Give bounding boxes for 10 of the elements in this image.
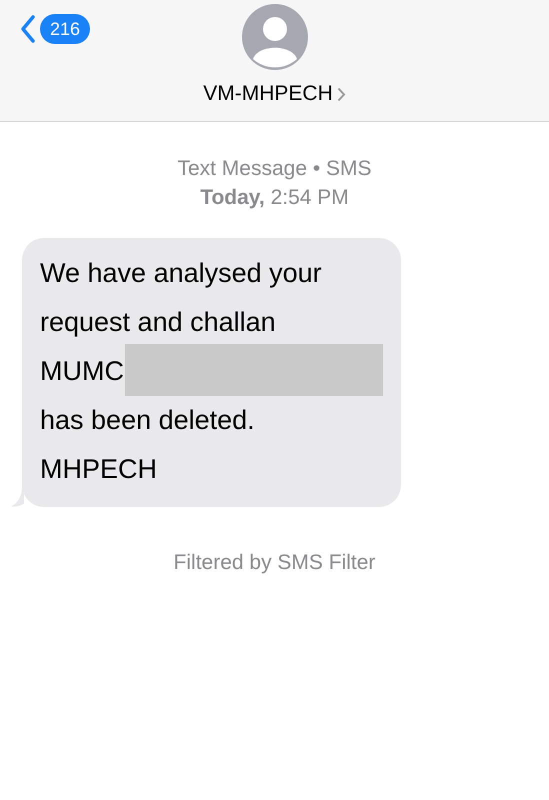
filter-note: Filtered by SMS Filter bbox=[172, 551, 376, 575]
avatar-icon bbox=[242, 4, 308, 70]
chevron-right-icon bbox=[336, 86, 346, 102]
unread-count-badge: 216 bbox=[40, 14, 90, 44]
back-chevron-icon bbox=[20, 14, 36, 44]
service-label: Text Message • SMS bbox=[176, 156, 373, 182]
contact-name-button[interactable]: VM-MHPECH bbox=[203, 82, 346, 106]
back-button[interactable]: 216 bbox=[20, 14, 90, 44]
message-text: has been deleted. MHPECH bbox=[40, 405, 255, 484]
timestamp: Today, 2:54 PM bbox=[199, 185, 350, 211]
